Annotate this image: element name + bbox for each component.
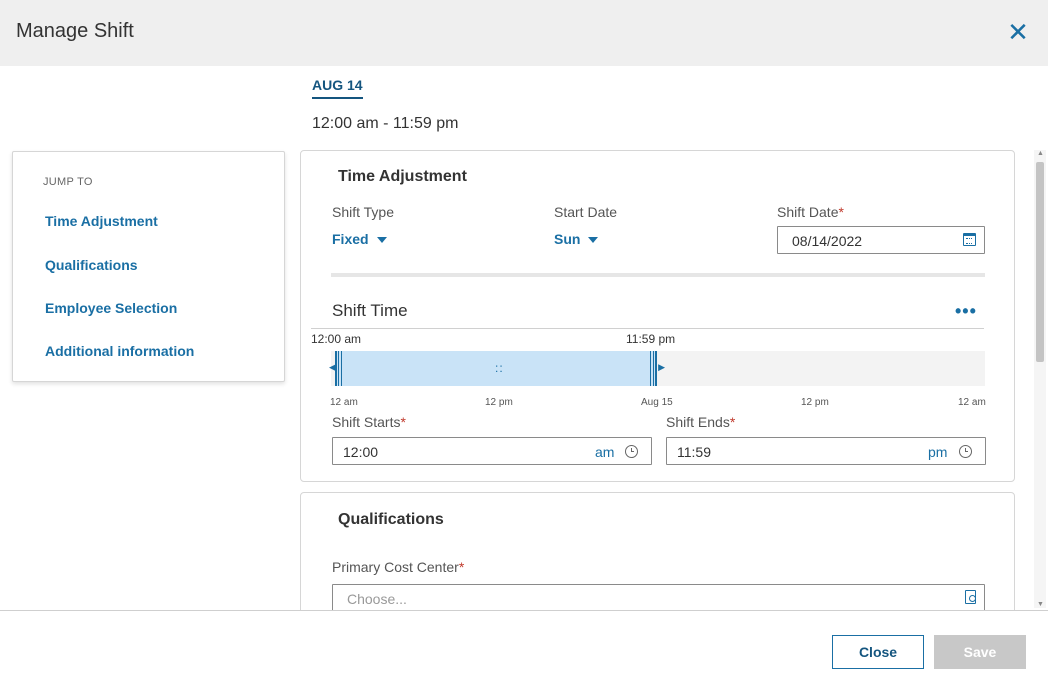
scroll-down-icon[interactable]: ▼ (1037, 601, 1044, 608)
shift-time-title: Shift Time (332, 301, 408, 320)
jump-link-additional-information[interactable]: Additional information (45, 343, 194, 359)
shift-ends-input[interactable]: 11:59 pm (666, 437, 986, 465)
shift-starts-input[interactable]: 12:00 am (332, 437, 652, 465)
primary-cost-center-label: Primary Cost Center* (332, 559, 464, 575)
shift-date-input[interactable]: 08/14/2022 (777, 226, 985, 254)
jump-to-panel: JUMP TO Time Adjustment Qualifications E… (12, 151, 285, 382)
range-start-handle[interactable] (338, 351, 342, 386)
shift-ends-value: 11:59 (677, 444, 711, 460)
clock-icon[interactable] (959, 445, 972, 458)
scroll-thumb[interactable] (1036, 162, 1044, 362)
clock-icon[interactable] (625, 445, 638, 458)
primary-cost-center-input[interactable]: Choose... (332, 584, 985, 610)
start-date-dropdown[interactable]: Sun (554, 231, 599, 247)
scroll-up-icon[interactable]: ▲ (1037, 150, 1044, 157)
chevron-down-icon (376, 237, 387, 244)
range-end-handle[interactable] (650, 351, 654, 386)
jump-link-employee-selection[interactable]: Employee Selection (45, 300, 177, 316)
more-options-icon[interactable]: ••• (955, 301, 977, 322)
modal-title: Manage Shift (16, 20, 134, 42)
chevron-down-icon (588, 237, 599, 244)
time-adjustment-title: Time Adjustment (338, 168, 467, 185)
timeline-top-line (311, 328, 984, 329)
tick-label: Aug 15 (641, 397, 673, 408)
shift-date-range: 12:00 am - 11:59 pm (312, 115, 459, 132)
shift-range-bar[interactable]: ◀ :: ▶ (329, 351, 665, 386)
primary-cost-center-label-text: Primary Cost Center (332, 559, 459, 575)
date-tab[interactable]: AUG 14 (312, 77, 363, 99)
jump-link-time-adjustment[interactable]: Time Adjustment (45, 213, 158, 229)
caret-left-icon: ◀ (329, 362, 336, 372)
shift-ends-ampm[interactable]: pm (928, 444, 947, 460)
time-adjustment-card: Time Adjustment Shift Type Fixed Start D… (300, 150, 1015, 482)
required-mark: * (838, 204, 844, 220)
shift-starts-label: Shift Starts* (332, 414, 406, 430)
jump-link-qualifications[interactable]: Qualifications (45, 257, 138, 273)
jump-to-title: JUMP TO (43, 176, 93, 188)
tick-label: 12 pm (485, 397, 513, 408)
caret-right-icon: ▶ (658, 362, 665, 372)
vertical-scrollbar[interactable]: ▲ ▼ (1034, 150, 1046, 608)
range-end-label: 11:59 pm (626, 332, 676, 346)
tick-label: 12 am (330, 397, 358, 408)
shift-type-dropdown[interactable]: Fixed (332, 231, 387, 247)
shift-ends-label: Shift Ends* (666, 414, 735, 430)
shift-starts-label-text: Shift Starts (332, 414, 401, 430)
close-button[interactable]: Close (832, 635, 924, 669)
required-mark: * (400, 414, 406, 430)
search-document-icon[interactable] (965, 590, 976, 604)
footer-divider (0, 610, 1048, 611)
shift-date-label: Shift Date* (777, 204, 844, 220)
required-mark: * (458, 559, 465, 575)
shift-type-label: Shift Type (332, 204, 395, 220)
shift-starts-ampm[interactable]: am (595, 444, 614, 460)
range-start-label: 12:00 am (311, 332, 362, 346)
save-button[interactable]: Save (934, 635, 1026, 669)
primary-cost-center-placeholder: Choose... (347, 591, 407, 607)
tick-label: 12 pm (801, 397, 829, 408)
drag-grip-icon: :: (495, 361, 504, 375)
shift-starts-value: 12:00 (343, 444, 379, 460)
shift-type-value: Fixed (332, 231, 369, 247)
form-scroll-area: Time Adjustment Shift Type Fixed Start D… (290, 140, 1048, 610)
qualifications-card: Qualifications Primary Cost Center* Choo… (300, 492, 1015, 610)
calendar-icon[interactable] (963, 233, 976, 246)
required-mark: * (729, 414, 736, 430)
shift-date-label-text: Shift Date (777, 204, 839, 220)
start-date-label: Start Date (554, 204, 618, 220)
shift-ends-label-text: Shift Ends (666, 414, 730, 430)
start-date-value: Sun (554, 231, 581, 247)
close-icon[interactable]: ✕ (1004, 18, 1032, 46)
shift-date-value: 08/14/2022 (792, 233, 863, 249)
modal-header: Manage Shift ✕ (0, 0, 1048, 66)
tick-label: 12 am (958, 397, 986, 408)
qualifications-title: Qualifications (338, 511, 444, 528)
section-divider (331, 273, 985, 277)
